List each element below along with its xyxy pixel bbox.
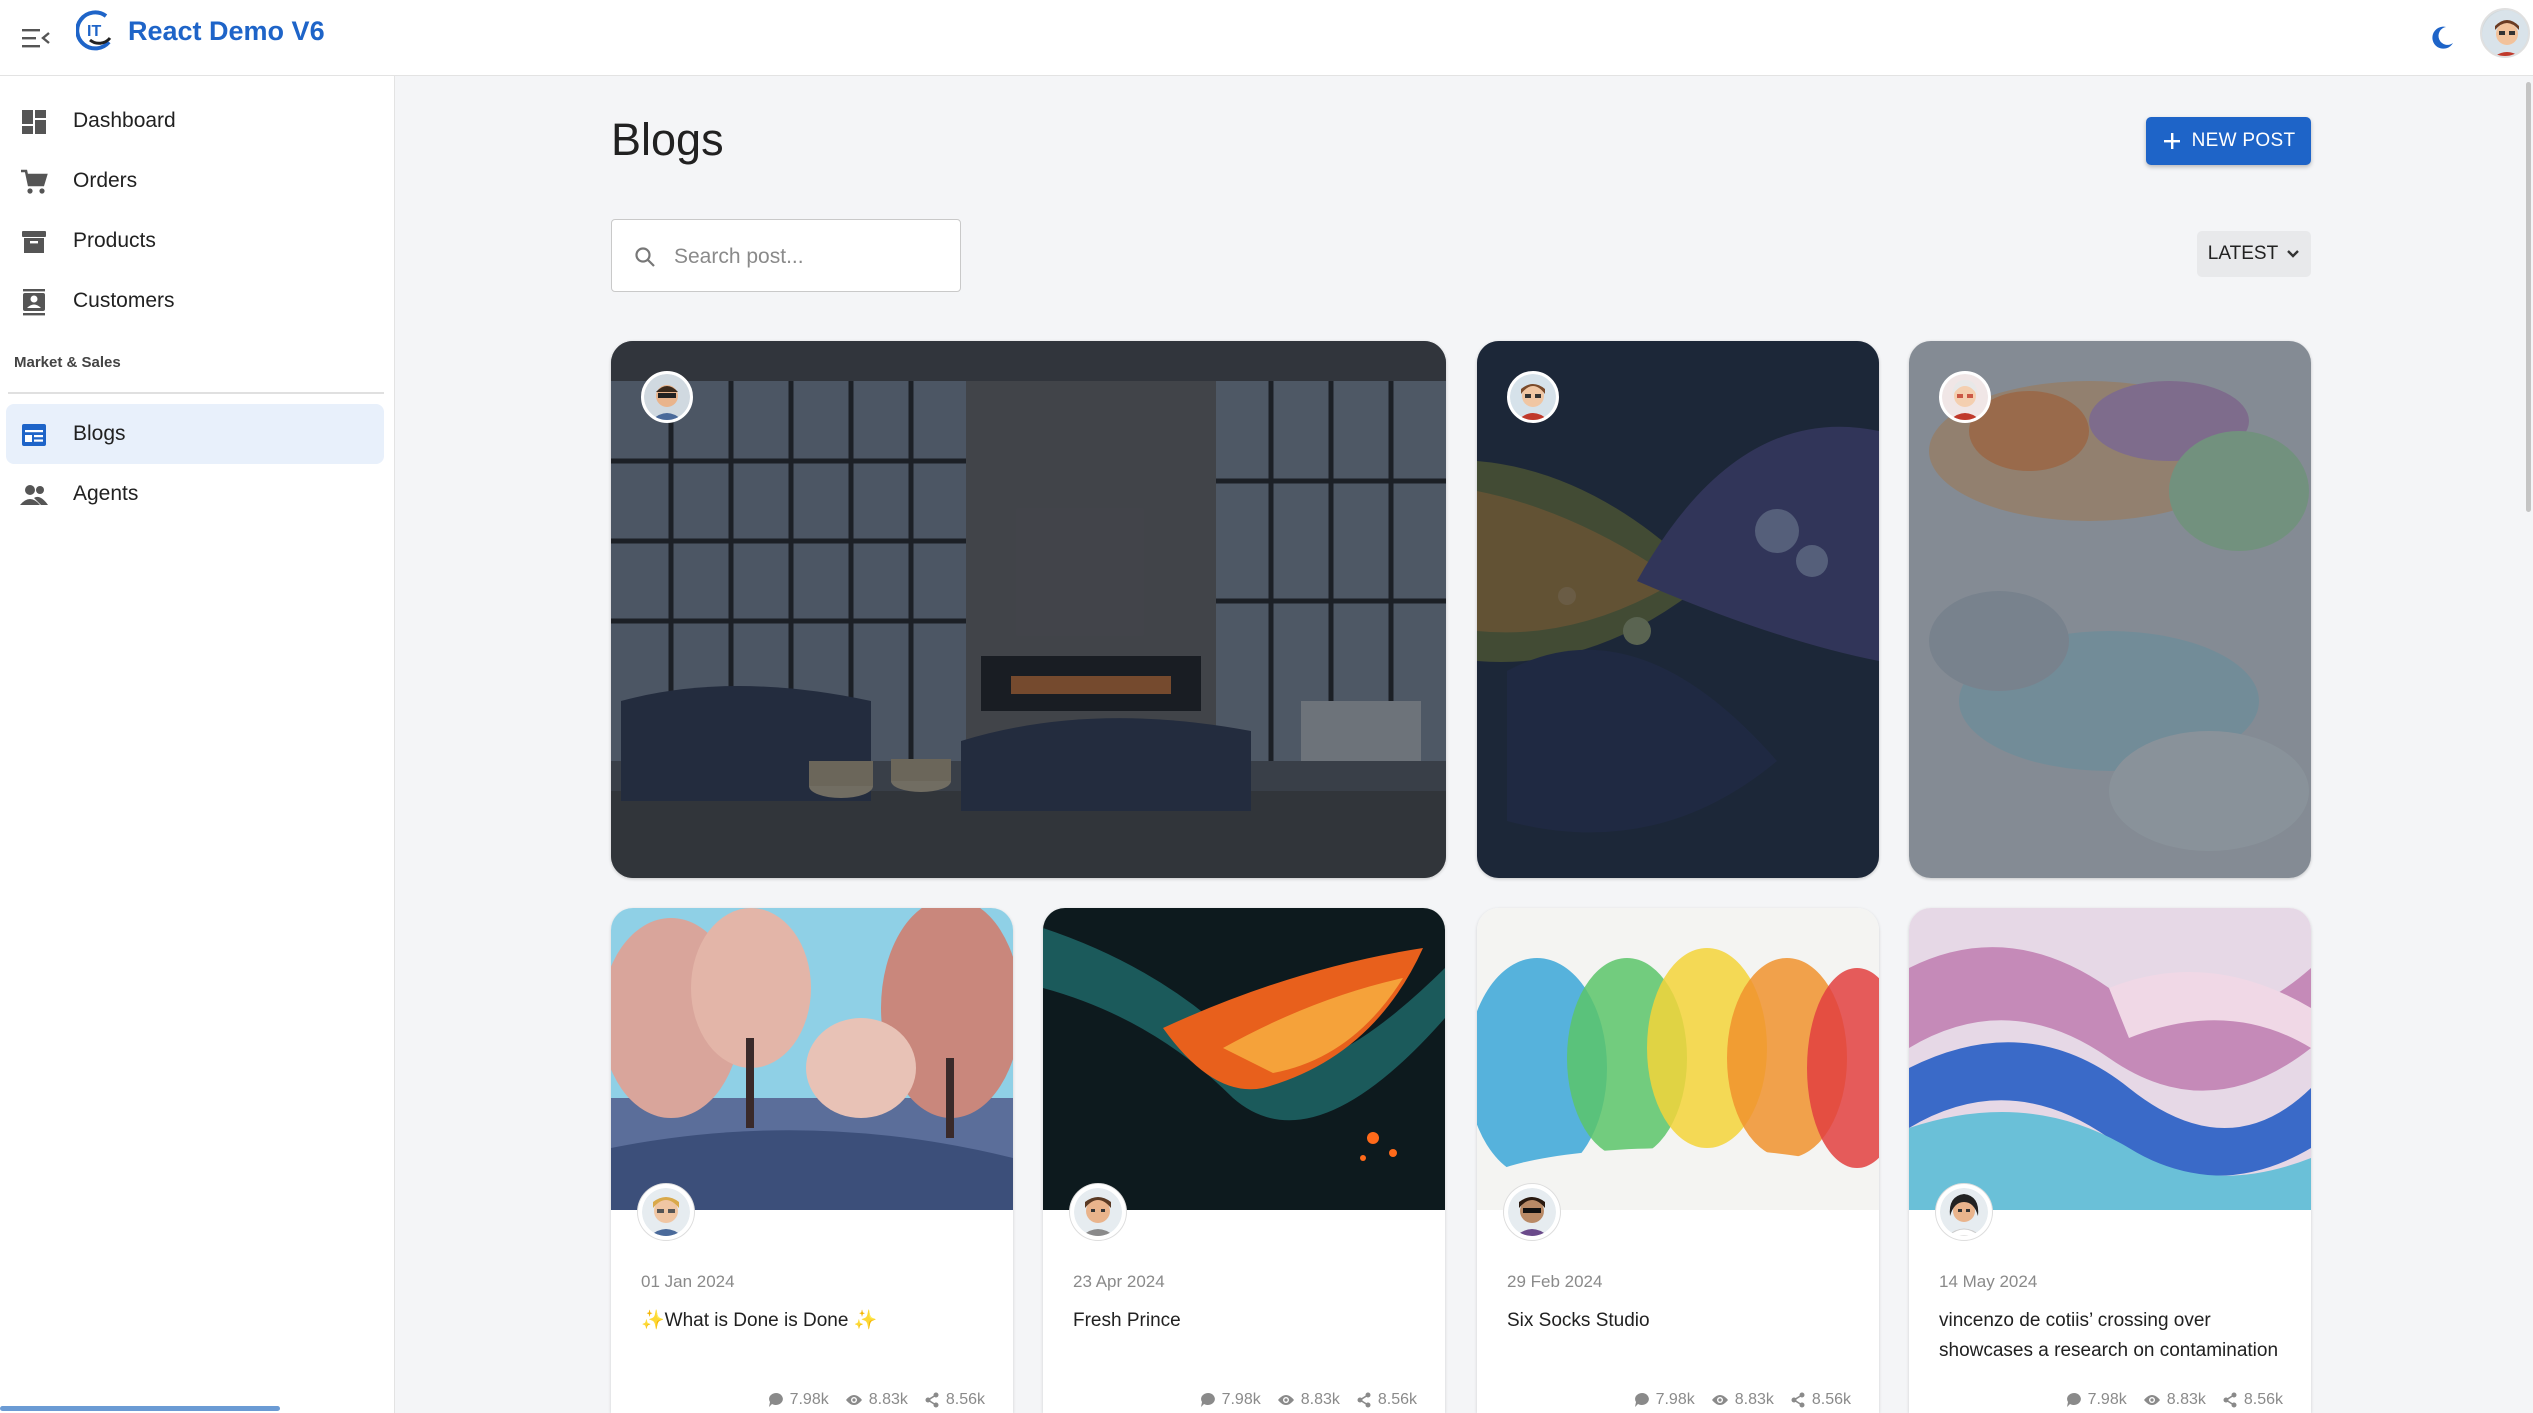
sidebar-item-dashboard[interactable]: Dashboard <box>6 91 384 151</box>
blog-icon <box>22 424 46 446</box>
comment-count: 7.98k <box>1221 1391 1261 1408</box>
post-stats: 7.98k 8.83k 8.56k <box>1634 1391 1851 1409</box>
post-stats: 7.98k 8.83k 8.56k <box>768 1391 985 1409</box>
user-avatar[interactable] <box>2480 8 2530 58</box>
section-label: Market & Sales <box>14 354 121 371</box>
menu-collapse-icon[interactable] <box>18 22 54 54</box>
new-post-button[interactable]: NEW POST <box>2146 117 2311 165</box>
post-title[interactable]: Fresh Prince <box>1073 1306 1443 1336</box>
post-title[interactable]: vincenzo de cotiis’ crossing over showca… <box>1939 1306 2309 1366</box>
sidebar-item-customers[interactable]: Customers <box>6 271 384 331</box>
share-icon <box>925 1392 939 1408</box>
chevron-down-icon <box>2287 250 2300 258</box>
view-count: 8.83k <box>1734 1391 1774 1408</box>
sort-label: LATEST <box>2207 243 2279 264</box>
dashboard-icon <box>22 110 46 134</box>
eye-icon <box>1711 1395 1728 1405</box>
moon-icon[interactable] <box>2420 16 2464 60</box>
page-scrollbar[interactable] <box>2526 82 2531 512</box>
sidebar-item-label: Agents <box>73 482 139 505</box>
share-count: 8.56k <box>1377 1391 1417 1408</box>
share-count: 8.56k <box>1811 1391 1851 1408</box>
author-avatar <box>1070 1184 1126 1240</box>
post-date: 14 May 2024 <box>1939 1272 2038 1291</box>
contact-icon <box>23 289 45 316</box>
comment-icon <box>1634 1393 1649 1407</box>
post-stats: 7.98k 8.83k 8.56k <box>1200 1391 1417 1409</box>
eye-icon <box>2143 1395 2160 1405</box>
post-card[interactable]: 23 Apr 2024 Fresh Prince 7.98k 8.83k 8.5… <box>1043 908 1445 1413</box>
view-count: 8.83k <box>2166 1391 2206 1408</box>
sidebar-item-orders[interactable]: Orders <box>6 151 384 211</box>
page-title: Blogs <box>611 114 724 165</box>
plus-icon <box>2163 133 2180 149</box>
archive-icon <box>22 231 46 253</box>
people-icon <box>20 485 48 505</box>
comment-icon <box>2066 1393 2081 1407</box>
brand[interactable]: IT React Demo V6 <box>76 8 325 54</box>
author-avatar <box>1504 1184 1560 1240</box>
sidebar-item-label: Customers <box>73 289 175 312</box>
author-avatar <box>1939 371 1991 423</box>
share-icon <box>2223 1392 2237 1408</box>
sidebar: Dashboard Orders Products Customers Mark… <box>0 76 395 1413</box>
sidebar-item-label: Orders <box>73 169 138 192</box>
eye-icon <box>1277 1395 1294 1405</box>
featured-post-card[interactable] <box>611 341 1446 878</box>
post-stats: 7.98k 8.83k 8.56k <box>2066 1391 2283 1409</box>
search-icon <box>635 247 655 267</box>
svg-text:IT: IT <box>87 23 101 40</box>
post-date: 23 Apr 2024 <box>1073 1272 1165 1291</box>
comment-count: 7.98k <box>2087 1391 2127 1408</box>
app-header: IT React Demo V6 <box>0 0 2533 76</box>
share-count: 8.56k <box>945 1391 985 1408</box>
sidebar-item-label: Blogs <box>73 422 126 445</box>
sidebar-item-products[interactable]: Products <box>6 211 384 271</box>
sidebar-item-label: Products <box>73 229 156 252</box>
post-date: 29 Feb 2024 <box>1507 1272 1603 1291</box>
comment-icon <box>1200 1393 1215 1407</box>
winter-trees-photo <box>611 908 1013 1210</box>
divider <box>8 392 384 394</box>
post-date: 01 Jan 2024 <box>641 1272 735 1291</box>
comment-icon <box>768 1393 783 1407</box>
post-card[interactable]: 29 Feb 2024 Six Socks Studio 7.98k 8.83k… <box>1477 908 1879 1413</box>
new-post-label: NEW POST <box>2191 130 2296 151</box>
post-title[interactable]: Six Socks Studio <box>1507 1306 1877 1336</box>
sidebar-item-blogs[interactable]: Blogs <box>6 404 384 464</box>
share-icon <box>1791 1392 1805 1408</box>
search-box[interactable] <box>611 219 961 292</box>
share-icon <box>1357 1392 1371 1408</box>
author-avatar <box>1936 1184 1992 1240</box>
view-count: 8.83k <box>1300 1391 1340 1408</box>
app-title: React Demo V6 <box>128 15 325 46</box>
post-title[interactable]: ✨What is Done is Done ✨ <box>641 1306 1011 1336</box>
sidebar-item-label: Dashboard <box>73 109 176 132</box>
share-count: 8.56k <box>2243 1391 2283 1408</box>
rainbow-watercolor-photo <box>1477 908 1879 1210</box>
loading-progress-bar <box>0 1406 280 1411</box>
sidebar-item-agents[interactable]: Agents <box>6 464 384 524</box>
eye-icon <box>845 1395 862 1405</box>
featured-post-card[interactable] <box>1909 341 2311 878</box>
silk-waves-photo <box>1909 908 2311 1210</box>
comment-count: 7.98k <box>789 1391 829 1408</box>
image-overlay <box>611 341 1446 878</box>
fire-smoke-photo <box>1043 908 1445 1210</box>
cart-icon <box>21 169 48 194</box>
featured-post-card[interactable] <box>1477 341 1879 878</box>
author-avatar <box>641 371 693 423</box>
post-card[interactable]: 01 Jan 2024 ✨What is Done is Done ✨ 7.98… <box>611 908 1013 1413</box>
search-input[interactable] <box>674 242 944 272</box>
view-count: 8.83k <box>868 1391 908 1408</box>
sort-dropdown[interactable]: LATEST <box>2197 231 2311 277</box>
post-card[interactable]: 14 May 2024 vincenzo de cotiis’ crossing… <box>1909 908 2311 1413</box>
comment-count: 7.98k <box>1655 1391 1695 1408</box>
author-avatar <box>638 1184 694 1240</box>
logo-icon: IT <box>76 10 112 51</box>
author-avatar <box>1507 371 1559 423</box>
